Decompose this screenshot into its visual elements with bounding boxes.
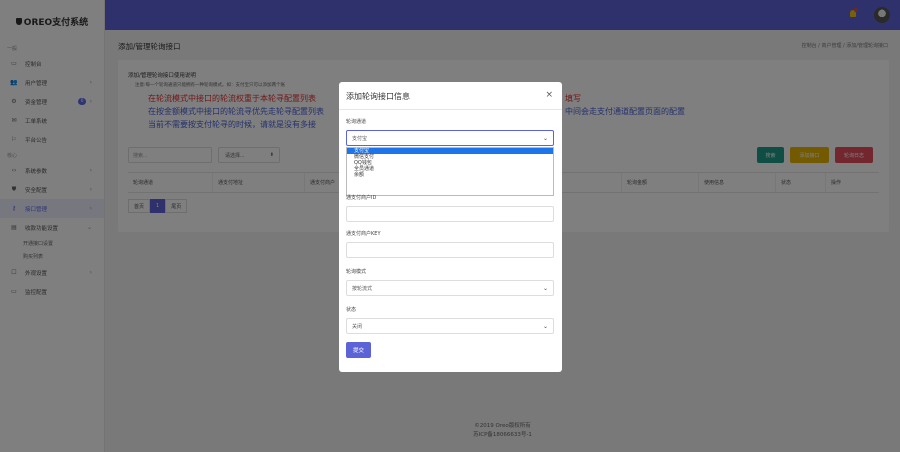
chevron-down-icon: ⌄ (542, 284, 548, 292)
mode-select-value: 按轮流式 (352, 285, 373, 292)
modal-title: 添加轮询接口信息 (346, 92, 410, 101)
submit-button[interactable]: 提交 (346, 342, 371, 358)
chevron-down-icon: ⌄ (542, 134, 548, 142)
close-icon[interactable]: × (545, 90, 553, 100)
channel-option[interactable]: 余额 (347, 172, 553, 178)
mode-select[interactable]: 按轮流式 ⌄ (346, 280, 554, 296)
modal-divider (339, 109, 562, 110)
status-label: 状态 (346, 307, 357, 313)
merchant-id-input[interactable] (346, 206, 554, 222)
channel-dropdown: 支付宝 微信支付 QQ钱包 全员通道 余额 (346, 147, 554, 196)
chevron-down-icon: ⌄ (542, 322, 548, 330)
status-select-value: 关闭 (352, 323, 363, 330)
status-select[interactable]: 关闭 ⌄ (346, 318, 554, 334)
merchant-key-label: 通支付商户KEY (346, 231, 381, 237)
channel-select-value: 支付宝 (352, 135, 368, 142)
mode-label: 轮询模式 (346, 269, 367, 275)
channel-label: 轮询通道 (346, 119, 367, 125)
merchant-id-label: 通支付商户ID (346, 195, 377, 201)
add-poll-interface-modal: 添加轮询接口信息 × 轮询通道 支付宝 ⌄ 支付宝 微信支付 QQ钱包 全员通道 … (339, 82, 562, 372)
channel-select[interactable]: 支付宝 ⌄ (346, 130, 554, 146)
merchant-key-input[interactable] (346, 242, 554, 258)
